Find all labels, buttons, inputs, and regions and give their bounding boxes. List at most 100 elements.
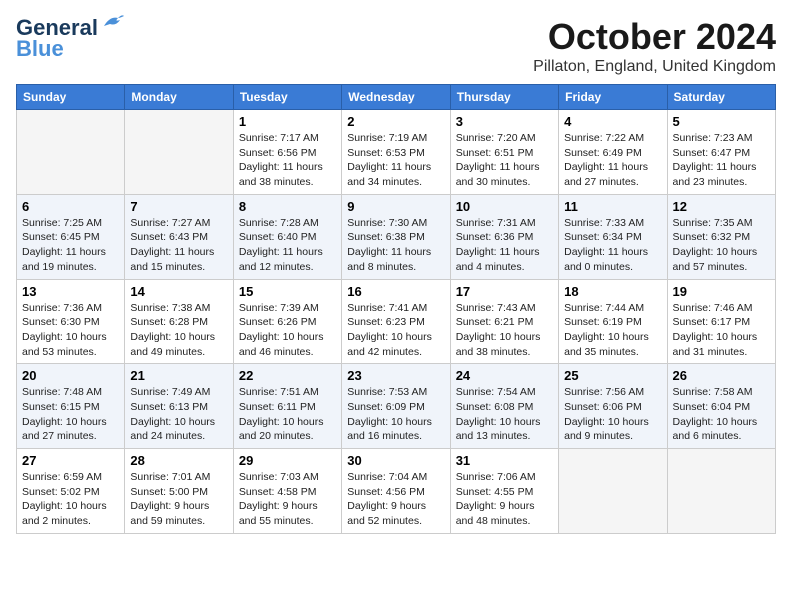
calendar-cell: 27 Sunrise: 6:59 AM Sunset: 5:02 PM Dayli… [17, 449, 125, 534]
header-tuesday: Tuesday [233, 85, 341, 110]
location: Pillaton, England, United Kingdom [533, 58, 776, 76]
day-number: 5 [673, 114, 770, 129]
day-number: 3 [456, 114, 553, 129]
day-info: Sunrise: 7:06 AM Sunset: 4:55 PM Dayligh… [456, 470, 553, 529]
calendar-cell: 31 Sunrise: 7:06 AM Sunset: 4:55 PM Dayli… [450, 449, 558, 534]
day-number: 2 [347, 114, 444, 129]
header-saturday: Saturday [667, 85, 775, 110]
calendar-cell: 4 Sunrise: 7:22 AM Sunset: 6:49 PM Daylig… [559, 110, 667, 195]
calendar-cell: 11 Sunrise: 7:33 AM Sunset: 6:34 PM Dayli… [559, 194, 667, 279]
calendar-cell [559, 449, 667, 534]
day-info: Sunrise: 7:31 AM Sunset: 6:36 PM Dayligh… [456, 216, 553, 275]
day-info: Sunrise: 7:19 AM Sunset: 6:53 PM Dayligh… [347, 131, 444, 190]
day-number: 7 [130, 199, 227, 214]
calendar-week-row: 13 Sunrise: 7:36 AM Sunset: 6:30 PM Dayli… [17, 279, 776, 364]
page-header: General Blue October 2024 Pillaton, Engl… [16, 16, 776, 76]
calendar-cell: 2 Sunrise: 7:19 AM Sunset: 6:53 PM Daylig… [342, 110, 450, 195]
calendar-cell [667, 449, 775, 534]
day-number: 12 [673, 199, 770, 214]
day-number: 9 [347, 199, 444, 214]
day-number: 18 [564, 284, 661, 299]
day-number: 11 [564, 199, 661, 214]
day-number: 20 [22, 368, 119, 383]
day-info: Sunrise: 7:46 AM Sunset: 6:17 PM Dayligh… [673, 301, 770, 360]
day-info: Sunrise: 7:23 AM Sunset: 6:47 PM Dayligh… [673, 131, 770, 190]
day-number: 25 [564, 368, 661, 383]
calendar-cell: 26 Sunrise: 7:58 AM Sunset: 6:04 PM Dayli… [667, 364, 775, 449]
day-number: 23 [347, 368, 444, 383]
logo: General Blue [16, 16, 124, 62]
calendar-cell: 20 Sunrise: 7:48 AM Sunset: 6:15 PM Dayli… [17, 364, 125, 449]
calendar-cell: 18 Sunrise: 7:44 AM Sunset: 6:19 PM Dayli… [559, 279, 667, 364]
logo-blue: Blue [16, 36, 64, 62]
day-info: Sunrise: 6:59 AM Sunset: 5:02 PM Dayligh… [22, 470, 119, 529]
calendar-cell: 30Sunrise: 7:04 AM Sunset: 4:56 PM Dayli… [342, 449, 450, 534]
calendar-cell: 12 Sunrise: 7:35 AM Sunset: 6:32 PM Dayli… [667, 194, 775, 279]
header-friday: Friday [559, 85, 667, 110]
day-number: 27 [22, 453, 119, 468]
day-info: Sunrise: 7:01 AM Sunset: 5:00 PM Dayligh… [130, 470, 227, 529]
day-info: Sunrise: 7:36 AM Sunset: 6:30 PM Dayligh… [22, 301, 119, 360]
day-info: Sunrise: 7:17 AM Sunset: 6:56 PM Dayligh… [239, 131, 336, 190]
day-info: Sunrise: 7:35 AM Sunset: 6:32 PM Dayligh… [673, 216, 770, 275]
day-info: Sunrise: 7:51 AM Sunset: 6:11 PM Dayligh… [239, 385, 336, 444]
day-number: 17 [456, 284, 553, 299]
calendar-cell: 14 Sunrise: 7:38 AM Sunset: 6:28 PM Dayli… [125, 279, 233, 364]
calendar-header-row: SundayMondayTuesdayWednesdayThursdayFrid… [17, 85, 776, 110]
day-info: Sunrise: 7:41 AM Sunset: 6:23 PM Dayligh… [347, 301, 444, 360]
calendar-cell: 25 Sunrise: 7:56 AM Sunset: 6:06 PM Dayli… [559, 364, 667, 449]
day-info: Sunrise: 7:22 AM Sunset: 6:49 PM Dayligh… [564, 131, 661, 190]
day-number: 29 [239, 453, 336, 468]
calendar-cell: 22 Sunrise: 7:51 AM Sunset: 6:11 PM Dayli… [233, 364, 341, 449]
calendar-cell: 29 Sunrise: 7:03 AM Sunset: 4:58 PM Dayli… [233, 449, 341, 534]
day-number: 28 [130, 453, 227, 468]
day-info: Sunrise: 7:25 AM Sunset: 6:45 PM Dayligh… [22, 216, 119, 275]
calendar-cell: 13 Sunrise: 7:36 AM Sunset: 6:30 PM Dayli… [17, 279, 125, 364]
calendar-cell: 15 Sunrise: 7:39 AM Sunset: 6:26 PM Dayli… [233, 279, 341, 364]
day-info: Sunrise: 7:58 AM Sunset: 6:04 PM Dayligh… [673, 385, 770, 444]
day-number: 4 [564, 114, 661, 129]
day-number: 21 [130, 368, 227, 383]
day-info: Sunrise: 7:49 AM Sunset: 6:13 PM Dayligh… [130, 385, 227, 444]
header-monday: Monday [125, 85, 233, 110]
day-info: Sunrise: 7:04 AM Sunset: 4:56 PM Dayligh… [347, 470, 444, 529]
day-info: Sunrise: 7:56 AM Sunset: 6:06 PM Dayligh… [564, 385, 661, 444]
day-info: Sunrise: 7:43 AM Sunset: 6:21 PM Dayligh… [456, 301, 553, 360]
day-number: 8 [239, 199, 336, 214]
calendar-cell: 7Sunrise: 7:27 AM Sunset: 6:43 PM Daylig… [125, 194, 233, 279]
calendar-cell: 21 Sunrise: 7:49 AM Sunset: 6:13 PM Dayli… [125, 364, 233, 449]
day-info: Sunrise: 7:28 AM Sunset: 6:40 PM Dayligh… [239, 216, 336, 275]
logo-bird-icon [102, 14, 124, 30]
calendar-cell: 1 Sunrise: 7:17 AM Sunset: 6:56 PM Daylig… [233, 110, 341, 195]
day-info: Sunrise: 7:03 AM Sunset: 4:58 PM Dayligh… [239, 470, 336, 529]
day-number: 22 [239, 368, 336, 383]
calendar-week-row: 6 Sunrise: 7:25 AM Sunset: 6:45 PM Daylig… [17, 194, 776, 279]
calendar-cell: 19Sunrise: 7:46 AM Sunset: 6:17 PM Dayli… [667, 279, 775, 364]
day-number: 16 [347, 284, 444, 299]
header-thursday: Thursday [450, 85, 558, 110]
day-number: 14 [130, 284, 227, 299]
day-number: 26 [673, 368, 770, 383]
calendar-cell: 3Sunrise: 7:20 AM Sunset: 6:51 PM Daylig… [450, 110, 558, 195]
day-info: Sunrise: 7:38 AM Sunset: 6:28 PM Dayligh… [130, 301, 227, 360]
calendar-cell: 17 Sunrise: 7:43 AM Sunset: 6:21 PM Dayli… [450, 279, 558, 364]
day-number: 31 [456, 453, 553, 468]
day-number: 6 [22, 199, 119, 214]
calendar-cell: 6 Sunrise: 7:25 AM Sunset: 6:45 PM Daylig… [17, 194, 125, 279]
calendar-cell: 28 Sunrise: 7:01 AM Sunset: 5:00 PM Dayli… [125, 449, 233, 534]
title-section: October 2024 Pillaton, England, United K… [533, 16, 776, 76]
day-info: Sunrise: 7:48 AM Sunset: 6:15 PM Dayligh… [22, 385, 119, 444]
day-info: Sunrise: 7:33 AM Sunset: 6:34 PM Dayligh… [564, 216, 661, 275]
day-number: 15 [239, 284, 336, 299]
day-number: 10 [456, 199, 553, 214]
calendar-cell: 16 Sunrise: 7:41 AM Sunset: 6:23 PM Dayli… [342, 279, 450, 364]
calendar-cell: 9 Sunrise: 7:30 AM Sunset: 6:38 PM Daylig… [342, 194, 450, 279]
day-number: 13 [22, 284, 119, 299]
calendar-week-row: 20 Sunrise: 7:48 AM Sunset: 6:15 PM Dayli… [17, 364, 776, 449]
day-info: Sunrise: 7:53 AM Sunset: 6:09 PM Dayligh… [347, 385, 444, 444]
day-number: 1 [239, 114, 336, 129]
calendar-week-row: 1 Sunrise: 7:17 AM Sunset: 6:56 PM Daylig… [17, 110, 776, 195]
day-info: Sunrise: 7:44 AM Sunset: 6:19 PM Dayligh… [564, 301, 661, 360]
day-info: Sunrise: 7:30 AM Sunset: 6:38 PM Dayligh… [347, 216, 444, 275]
day-info: Sunrise: 7:39 AM Sunset: 6:26 PM Dayligh… [239, 301, 336, 360]
